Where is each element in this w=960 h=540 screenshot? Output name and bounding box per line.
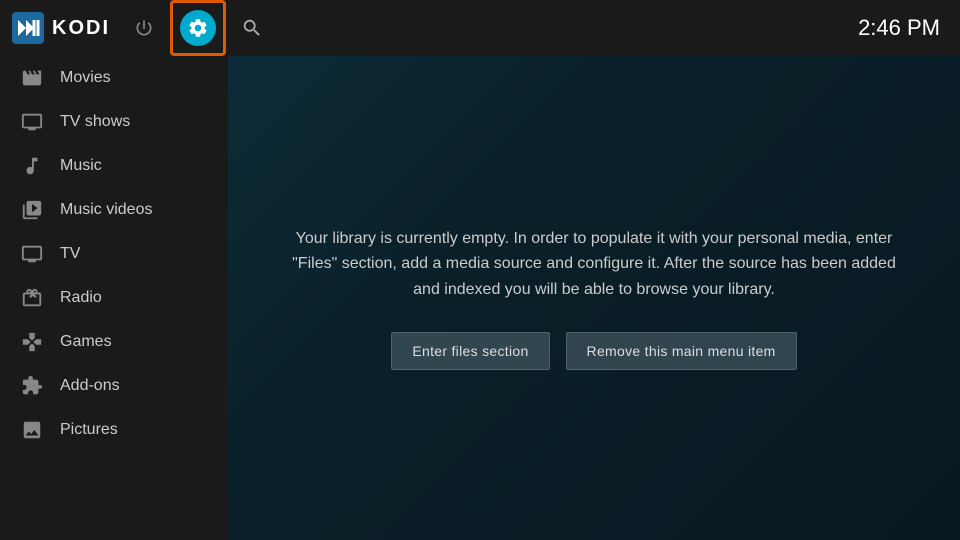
power-icon: [134, 18, 154, 38]
sidebar-item-music[interactable]: Music: [0, 144, 228, 188]
search-button[interactable]: [234, 10, 270, 46]
musicvideos-label: Music videos: [60, 201, 152, 219]
sidebar-item-games[interactable]: Games: [0, 320, 228, 364]
tv-label: TV: [60, 245, 80, 263]
movies-icon: [20, 66, 44, 90]
radio-icon: [20, 286, 44, 310]
search-icon: [241, 17, 263, 39]
remove-menu-item-button[interactable]: Remove this main menu item: [566, 332, 797, 370]
pictures-icon: [20, 418, 44, 442]
addons-icon: [20, 374, 44, 398]
top-bar-controls: [126, 0, 270, 56]
enter-files-button[interactable]: Enter files section: [391, 332, 549, 370]
movies-label: Movies: [60, 69, 111, 87]
radio-label: Radio: [60, 289, 102, 307]
sidebar-item-movies[interactable]: Movies: [0, 56, 228, 100]
settings-button[interactable]: [170, 0, 226, 56]
sidebar-item-pictures[interactable]: Pictures: [0, 408, 228, 452]
sidebar: Movies TV shows Music Music videos TV: [0, 0, 228, 540]
power-button[interactable]: [126, 10, 162, 46]
kodi-logo-icon: [12, 12, 44, 44]
sidebar-item-tv[interactable]: TV: [0, 232, 228, 276]
settings-icon-circle: [180, 10, 216, 46]
games-label: Games: [60, 333, 112, 351]
main-layout: KODI: [0, 0, 960, 540]
tvshows-icon: [20, 110, 44, 134]
musicvideos-icon: [20, 198, 44, 222]
tv-icon: [20, 242, 44, 266]
library-empty-message: Your library is currently empty. In orde…: [269, 226, 919, 303]
sidebar-item-radio[interactable]: Radio: [0, 276, 228, 320]
clock: 2:46 PM: [858, 15, 940, 41]
app-title: KODI: [52, 17, 110, 40]
music-icon: [20, 154, 44, 178]
settings-gear-icon: [187, 17, 209, 39]
games-icon: [20, 330, 44, 354]
content-buttons: Enter files section Remove this main men…: [391, 332, 796, 370]
music-label: Music: [60, 157, 102, 175]
kodi-logo: KODI: [12, 12, 110, 44]
sidebar-item-tvshows[interactable]: TV shows: [0, 100, 228, 144]
top-bar: KODI: [0, 0, 960, 56]
addons-label: Add-ons: [60, 377, 120, 395]
tvshows-label: TV shows: [60, 113, 130, 131]
sidebar-item-musicvideos[interactable]: Music videos: [0, 188, 228, 232]
content-area: Your library is currently empty. In orde…: [228, 0, 960, 540]
sidebar-item-addons[interactable]: Add-ons: [0, 364, 228, 408]
pictures-label: Pictures: [60, 421, 118, 439]
